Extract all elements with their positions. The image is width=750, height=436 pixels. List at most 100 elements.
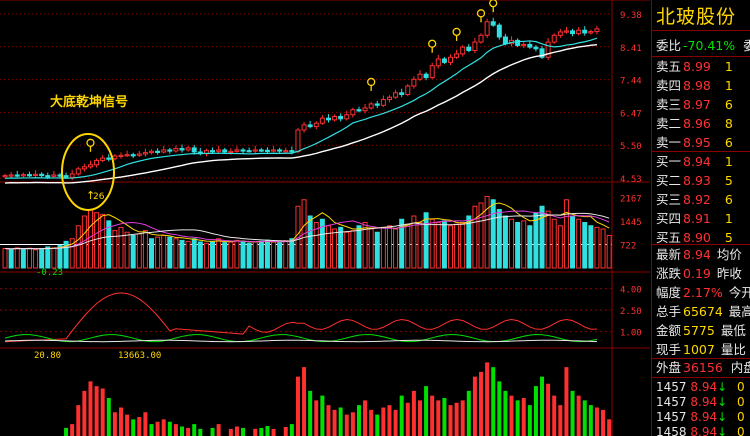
- volume-bar: [545, 210, 551, 269]
- stat-row: 总手65674最高: [656, 304, 750, 319]
- ratio-bar: [381, 407, 386, 436]
- volume-bar: [167, 236, 173, 269]
- volume-bar: [57, 244, 63, 269]
- ratio-bar: [417, 400, 422, 436]
- volume-bar: [185, 240, 191, 269]
- volume-bar: [39, 248, 45, 269]
- ratio-bar: [82, 390, 87, 436]
- candle: [380, 95, 386, 107]
- volume-bar: [594, 226, 600, 269]
- sell-row: 卖四 8.98 1: [656, 78, 733, 93]
- tick-row: 1458 8.94↓ 0: [656, 425, 745, 436]
- volume-bar: [252, 241, 258, 269]
- candle: [423, 72, 429, 81]
- volume-tick-label: 2167: [620, 195, 642, 205]
- candle: [405, 83, 411, 97]
- volume-bar: [8, 248, 14, 269]
- candle: [460, 45, 466, 57]
- volume-bar: [563, 199, 569, 269]
- candle: [295, 127, 301, 154]
- ratio-bar: [356, 405, 361, 436]
- volume-bar: [33, 249, 39, 269]
- candle: [350, 107, 356, 118]
- candle: [94, 158, 100, 168]
- candle: [490, 17, 496, 27]
- ratio-bar: [289, 424, 294, 436]
- volume-bar: [179, 239, 185, 269]
- candle: [472, 38, 478, 54]
- ratio-bar: [424, 386, 429, 436]
- ratio-bar: [485, 362, 490, 436]
- volume-bar: [283, 240, 289, 269]
- candle: [301, 121, 307, 133]
- candle: [313, 121, 319, 130]
- ratio-bar: [479, 371, 484, 436]
- osc-tick-label: 2.50: [620, 307, 642, 317]
- oscillator-panel: 4.00 2.50 1.00: [0, 286, 642, 343]
- volume-bar: [203, 242, 209, 269]
- ratio-bar: [253, 428, 258, 436]
- buy-row: 买一 8.94 1: [656, 154, 733, 169]
- volume-bar: [130, 235, 136, 269]
- ratio-bar: [259, 427, 264, 436]
- candle: [161, 145, 167, 154]
- candle: [240, 147, 246, 154]
- candle: [173, 145, 179, 153]
- ratio-bar: [594, 407, 599, 436]
- osc-right-label: 13663.00: [118, 351, 161, 361]
- volume-bar: [246, 242, 252, 269]
- candle: [356, 106, 362, 113]
- signal-marker-icon: [367, 77, 376, 91]
- volume-bar: [271, 241, 277, 269]
- macd-low-label: -0.23: [36, 268, 63, 278]
- ratio-bar: [546, 383, 551, 436]
- candle: [130, 152, 136, 159]
- candle: [2, 173, 8, 178]
- ratio-bar: [540, 376, 545, 436]
- buy-row: 买三 8.92 6: [656, 192, 733, 207]
- candle: [533, 45, 539, 52]
- volume-ratio-panel: [64, 362, 612, 436]
- candle: [338, 113, 344, 122]
- ratio-bar: [436, 400, 441, 436]
- candle: [252, 145, 258, 154]
- volume-bar: [441, 220, 447, 269]
- sell-row: 卖五 8.99 1: [656, 59, 733, 74]
- volume-bar: [417, 222, 423, 269]
- candle: [515, 38, 521, 48]
- price-tick-label: 8.41: [620, 44, 642, 54]
- volume-bar: [423, 212, 429, 269]
- ratio-bar: [265, 426, 270, 436]
- ratio-bar: [607, 419, 612, 436]
- price-tick-label: 7.44: [620, 77, 642, 87]
- osc-line-red: [5, 292, 597, 343]
- ratio-bar: [216, 424, 221, 436]
- volume-bar: [155, 236, 161, 269]
- ratio-bar: [131, 419, 136, 436]
- ratio-bar: [387, 405, 392, 436]
- signal-marker-icon: [86, 138, 95, 152]
- stat-row: 金额 5775 最低: [656, 323, 746, 338]
- candle: [87, 160, 93, 169]
- price-tick-label: 4.53: [620, 175, 642, 185]
- ratio-bar: [503, 390, 508, 436]
- ratio-bar: [466, 390, 471, 436]
- ratio-bar: [241, 427, 246, 436]
- signal-label: 大底乾坤信号: [50, 94, 128, 110]
- candle: [203, 148, 209, 157]
- volume-bar: [240, 240, 246, 269]
- ratio-bar: [442, 398, 447, 436]
- volume-bar: [234, 239, 240, 269]
- candle: [362, 103, 368, 114]
- candle: [185, 145, 191, 152]
- arrow-label: 26: [93, 192, 105, 202]
- volume-bar: [582, 222, 588, 269]
- ratio-bar: [369, 409, 374, 436]
- stock-chart[interactable]: 9.38 8.41 7.44 6.47 5.50 4.53 2167 1445 722 4.0…: [0, 0, 650, 436]
- ratio-bar: [454, 402, 459, 436]
- candle: [234, 145, 240, 153]
- ratio-bar: [76, 405, 81, 436]
- ratio-bar: [94, 386, 99, 436]
- sell-row: 卖二 8.96 8: [656, 116, 733, 131]
- candle: [545, 38, 551, 60]
